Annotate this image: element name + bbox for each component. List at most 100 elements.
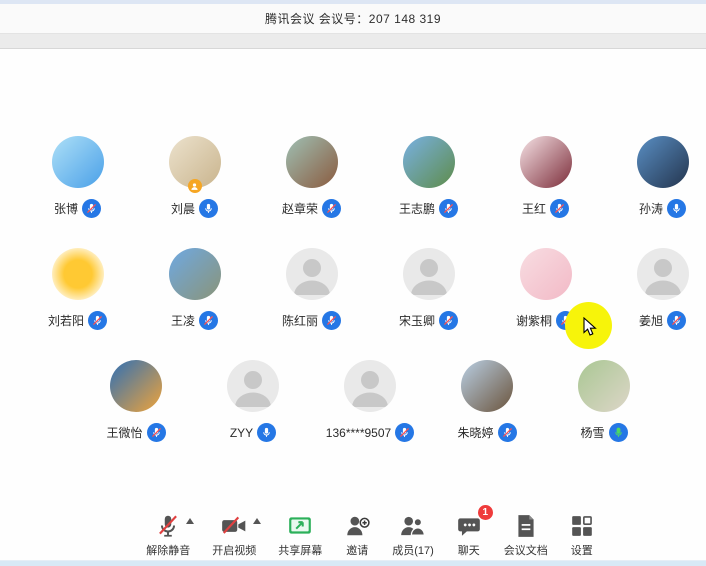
mic-status-icon[interactable] (667, 199, 686, 218)
participant-name: 王微怡 (106, 424, 142, 441)
default-avatar-icon (227, 360, 279, 412)
participant-tile[interactable]: 王志鹏 (374, 136, 484, 218)
meeting-docs-label: 会议文档 (504, 542, 548, 558)
chat-unread-badge: 1 (478, 505, 493, 520)
meeting-gallery: 张博 (0, 49, 706, 504)
participant-avatar (52, 248, 104, 300)
mic-status-icon[interactable] (667, 311, 686, 330)
mic-status-icon[interactable] (88, 311, 107, 330)
participant-tile[interactable]: 宋玉卿 (374, 248, 484, 330)
mic-status-icon[interactable] (439, 199, 458, 218)
participant-name: 姜旭 (639, 312, 663, 329)
participant-avatar (169, 248, 221, 300)
participant-avatar (637, 248, 689, 300)
chat-button[interactable]: 1 聊天 (456, 512, 482, 558)
participant-tile[interactable]: 张博 (23, 136, 133, 218)
share-screen-button[interactable]: 共享屏幕 (278, 512, 322, 558)
toolbar: 解除静音 开启视频 共享屏幕 (17, 510, 706, 558)
meeting-docs-button[interactable]: 会议文档 (504, 512, 548, 558)
mic-status-icon[interactable] (439, 311, 458, 330)
participant-tile[interactable]: 刘若阳 (23, 248, 133, 330)
participant-name: 朱晓婷 (457, 424, 493, 441)
default-avatar-icon (344, 360, 396, 412)
mic-status-icon[interactable] (199, 311, 218, 330)
participant-name: 刘晨 (171, 200, 195, 217)
participant-name: 王志鹏 (399, 200, 435, 217)
menu-strip (0, 34, 706, 49)
participant-name: 王红 (522, 200, 546, 217)
meeting-title: 腾讯会议 会议号：207 148 319 (265, 10, 441, 27)
participant-name: 杨雪 (580, 424, 604, 441)
settings-button[interactable]: 设置 (570, 512, 594, 558)
settings-label: 设置 (571, 542, 593, 558)
share-screen-label: 共享屏幕 (278, 542, 322, 558)
start-video-label: 开启视频 (212, 542, 256, 558)
start-video-button[interactable]: 开启视频 (212, 512, 256, 558)
participant-avatar (578, 360, 630, 412)
mic-status-icon[interactable] (257, 423, 276, 442)
participant-avatar (227, 360, 279, 412)
mic-muted-icon (155, 513, 181, 539)
participant-avatar (637, 136, 689, 188)
default-avatar-icon (637, 248, 689, 300)
participant-avatar (461, 360, 513, 412)
unmute-button[interactable]: 解除静音 (146, 512, 190, 558)
default-avatar-icon (286, 248, 338, 300)
participant-avatar (286, 248, 338, 300)
mic-status-icon[interactable] (82, 199, 101, 218)
chat-label: 聊天 (458, 542, 480, 558)
mic-status-icon[interactable] (147, 423, 166, 442)
unmute-label: 解除静音 (146, 542, 190, 558)
participant-tile[interactable]: ZYY (198, 360, 308, 442)
members-label: 成员(17) (392, 542, 434, 558)
participant-tile[interactable]: 136****9507 (315, 360, 425, 442)
participant-tile[interactable]: 王凌 (140, 248, 250, 330)
share-screen-icon (287, 513, 313, 539)
mic-status-icon[interactable] (322, 311, 341, 330)
participant-name: ZYY (230, 426, 253, 440)
participant-name: 陈红丽 (282, 312, 318, 329)
window-bottom-strip (0, 560, 706, 566)
participant-row: 张博 (17, 136, 706, 218)
invite-button[interactable]: 邀请 (344, 512, 370, 558)
participant-avatar (403, 136, 455, 188)
participant-avatar (520, 136, 572, 188)
participant-tile[interactable]: 赵章荣 (257, 136, 367, 218)
mic-status-icon[interactable] (199, 199, 218, 218)
participant-avatar (344, 360, 396, 412)
participant-tile[interactable]: 陈红丽 (257, 248, 367, 330)
mouse-cursor-icon (583, 317, 597, 337)
participant-name: 刘若阳 (48, 312, 84, 329)
participant-name: 谢紫桐 (516, 312, 552, 329)
members-button[interactable]: 成员(17) (392, 512, 434, 558)
host-badge-icon (188, 179, 202, 193)
participant-name: 宋玉卿 (399, 312, 435, 329)
video-options-caret[interactable] (253, 518, 261, 524)
participant-name: 孙涛 (639, 200, 663, 217)
participant-tile[interactable]: 杨雪 (549, 360, 659, 442)
participant-tile[interactable]: 王微怡 (81, 360, 191, 442)
mic-status-icon[interactable] (550, 199, 569, 218)
participant-tile[interactable]: 姜旭 (608, 248, 706, 330)
mic-status-icon[interactable] (322, 199, 341, 218)
participant-name: 赵章荣 (282, 200, 318, 217)
participants-grid: 张博 (17, 49, 706, 442)
invite-icon (344, 513, 370, 539)
participant-tile[interactable]: 孙涛 (608, 136, 706, 218)
participant-avatar (110, 360, 162, 412)
mic-options-caret[interactable] (186, 518, 194, 524)
mic-status-icon[interactable] (609, 423, 628, 442)
mic-status-icon[interactable] (395, 423, 414, 442)
participant-tile[interactable]: 王红 (491, 136, 601, 218)
default-avatar-icon (403, 248, 455, 300)
participant-avatar (520, 248, 572, 300)
participant-avatar (52, 136, 104, 188)
participant-tile[interactable]: 刘晨 (140, 136, 250, 218)
participant-tile[interactable]: 朱晓婷 (432, 360, 542, 442)
participant-row: 王微怡 (17, 360, 706, 442)
mic-status-icon[interactable] (498, 423, 517, 442)
participant-name: 张博 (54, 200, 78, 217)
participant-name: 王凌 (171, 312, 195, 329)
participant-name: 136****9507 (326, 426, 391, 440)
camera-off-icon (220, 513, 248, 539)
